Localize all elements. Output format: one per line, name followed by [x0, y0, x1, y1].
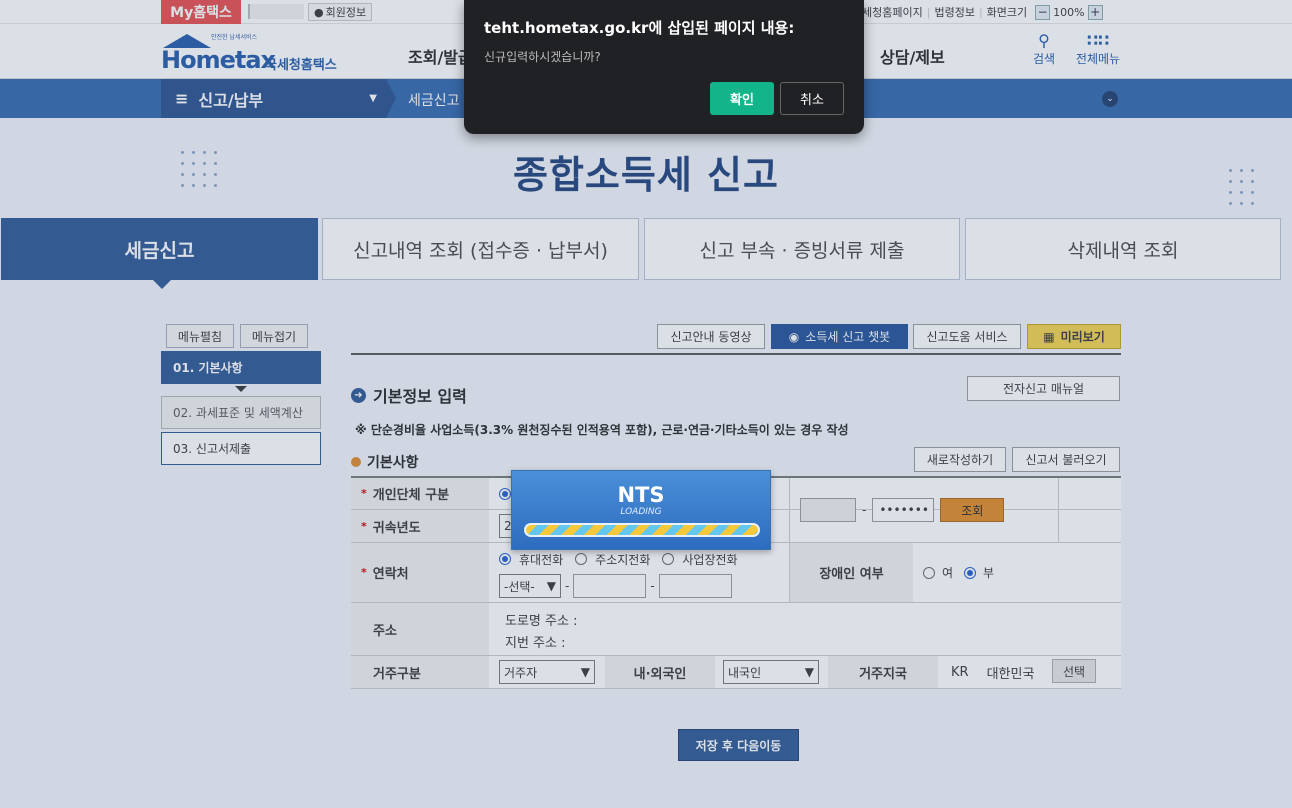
confirm-dialog: teht.hometax.go.kr에 삽입된 페이지 내용: 신규입력하시겠습…	[464, 0, 864, 134]
loading-progress-bar	[524, 523, 760, 537]
dialog-cancel-button[interactable]: 취소	[780, 82, 844, 115]
loading-brand: NTS	[617, 483, 665, 507]
loading-indicator: NTS LOADING	[511, 470, 771, 550]
loading-text: LOADING	[620, 507, 662, 517]
dialog-message: 신규입력하시겠습니까?	[484, 50, 601, 64]
dialog-ok-button[interactable]: 확인	[710, 82, 774, 115]
dialog-title: teht.hometax.go.kr에 삽입된 페이지 내용:	[484, 19, 795, 37]
